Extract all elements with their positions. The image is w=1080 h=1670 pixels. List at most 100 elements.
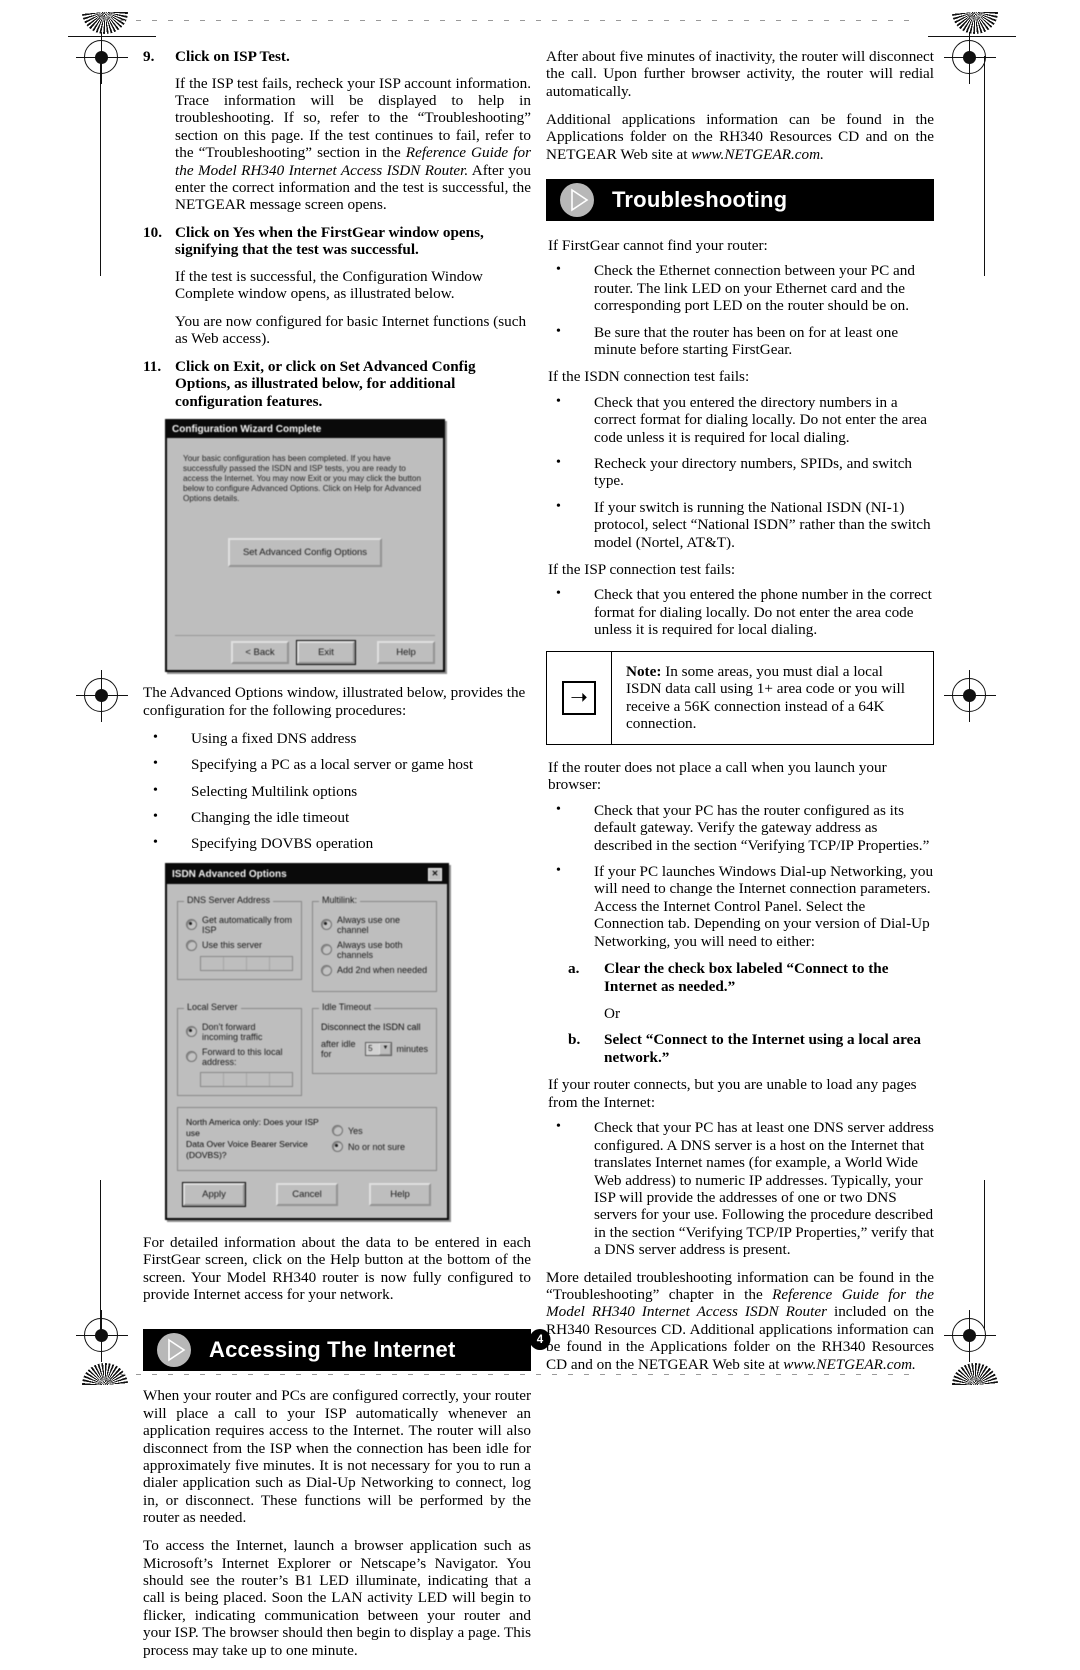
multilink-one-channel-radio[interactable]: Always use one channel bbox=[321, 915, 428, 935]
wizard-exit-button[interactable]: Exit bbox=[296, 640, 356, 666]
radio-button-icon[interactable] bbox=[186, 1051, 197, 1063]
or-label: Or bbox=[604, 1005, 621, 1023]
radio-button-icon[interactable] bbox=[332, 1125, 343, 1137]
radio-button-icon[interactable] bbox=[332, 1141, 343, 1153]
help-paragraph: For detailed information about the data … bbox=[143, 1233, 531, 1303]
wizard-help-button[interactable]: Help bbox=[377, 641, 435, 665]
pages-bullet-list: • Check that your PC has at least one DNS… bbox=[546, 1119, 934, 1258]
wizard-back-button[interactable]: < Back bbox=[231, 641, 289, 665]
play-circle-icon bbox=[157, 1333, 191, 1368]
local-server-ip-input[interactable] bbox=[200, 1071, 293, 1087]
wizard-divider bbox=[175, 635, 435, 637]
idle-timeout-spinner[interactable]: 5 ▼ bbox=[365, 1041, 393, 1056]
bullet-dot-icon: • bbox=[556, 801, 561, 817]
step-10: 10. Click on Yes when the FirstGear wind… bbox=[143, 224, 531, 259]
bullet-text: Check that your PC has the router config… bbox=[594, 801, 930, 854]
list-item: • Specifying a PC as a local server or ga… bbox=[143, 756, 531, 773]
registration-mark-top-right bbox=[944, 32, 996, 84]
dovbs-yes-radio[interactable]: Yes bbox=[332, 1125, 428, 1137]
note-icon-cell: ➝ bbox=[547, 651, 612, 745]
multilink-add-second-radio[interactable]: Add 2nd when needed bbox=[321, 964, 428, 976]
wizard-dialog-body: Your basic configuration has been comple… bbox=[167, 438, 443, 670]
isdn-dialog-body: DNS Server Address Get automatically fro… bbox=[167, 884, 447, 1218]
isdn-bullet-list: • Check that you entered the directory nu… bbox=[546, 394, 934, 551]
isdn-help-button[interactable]: Help bbox=[369, 1182, 431, 1206]
bullet-dot-icon: • bbox=[153, 808, 158, 824]
idle-timeout-group: Idle Timeout Disconnect the ISDN call af… bbox=[312, 1001, 437, 1074]
radio-button-icon[interactable] bbox=[321, 919, 332, 931]
dns-server-address-group: DNS Server Address Get automatically fro… bbox=[177, 894, 302, 980]
chevron-down-icon[interactable]: ▼ bbox=[379, 1042, 392, 1055]
multilink-add-label: Add 2nd when needed bbox=[337, 965, 428, 976]
print-fan-mark-top-right bbox=[952, 12, 998, 34]
local-server-forward-radio[interactable]: Forward to this local address: bbox=[186, 1047, 293, 1067]
bullet-text: If your PC launches Windows Dial-up Netw… bbox=[594, 863, 934, 950]
bullet-dot-icon: • bbox=[556, 863, 561, 879]
advanced-options-bullet-list: • Using a fixed DNS address • Specifying a… bbox=[143, 730, 531, 853]
isp-bullet-list: • Check that you entered the phone number… bbox=[546, 586, 934, 638]
multilink-both-channels-radio[interactable]: Always use both channels bbox=[321, 940, 428, 960]
bullet-text: Be sure that the router has been on for … bbox=[594, 323, 899, 358]
multilink-group-legend: Multilink: bbox=[319, 894, 361, 905]
firstgear-bullet-list: • Check the Ethernet connection between y… bbox=[546, 262, 934, 358]
dovbs-row: North America only: Does your ISP use Da… bbox=[186, 1117, 428, 1161]
radio-button-icon[interactable] bbox=[321, 964, 332, 976]
set-advanced-config-options-button[interactable]: Set Advanced Config Options bbox=[228, 538, 382, 568]
dns-auto-label: Get automatically from ISP bbox=[202, 914, 293, 935]
list-item: b. Select “Connect to the Internet using… bbox=[546, 1031, 934, 1066]
isdn-dialog: ISDN Advanced Options ✕ DNS Server Addre… bbox=[165, 862, 449, 1220]
dovbs-question-line-1: North America only: Does your ISP use bbox=[186, 1116, 319, 1138]
banner-title: Troubleshooting bbox=[612, 186, 788, 212]
multilink-both-label: Always use both channels bbox=[337, 939, 403, 960]
note-label: Note: bbox=[626, 662, 662, 680]
wizard-title-text: Configuration Wizard Complete bbox=[172, 424, 322, 436]
netgear-url: www.NETGEAR.com. bbox=[691, 145, 824, 163]
radio-button-icon[interactable] bbox=[186, 1026, 197, 1038]
idle-timeout-value: 5 bbox=[368, 1044, 373, 1054]
apply-button[interactable]: Apply bbox=[182, 1181, 246, 1207]
step-11-number: 11. bbox=[143, 357, 162, 375]
lead-firstgear: If FirstGear cannot find your router: bbox=[548, 236, 768, 254]
sub-options-list: a. Clear the check box labeled “Connect t… bbox=[546, 960, 934, 995]
bullet-dot-icon: • bbox=[556, 262, 561, 278]
list-item: a. Clear the check box labeled “Connect t… bbox=[546, 960, 934, 995]
lead-pages: If your router connects, but you are una… bbox=[548, 1076, 917, 1111]
cancel-button[interactable]: Cancel bbox=[276, 1182, 338, 1206]
bullet-text: Using a fixed DNS address bbox=[191, 729, 357, 747]
bullet-dot-icon: • bbox=[556, 455, 561, 470]
dovbs-no-radio[interactable]: No or not sure bbox=[332, 1141, 428, 1153]
banner-accessing-the-internet: Accessing The Internet bbox=[143, 1329, 531, 1372]
list-item: • Specifying DOVBS operation bbox=[143, 835, 531, 852]
crop-line-left-vertical bbox=[100, 56, 101, 276]
crop-line-right-vertical bbox=[984, 56, 985, 276]
bullet-dot-icon: • bbox=[556, 393, 561, 409]
crop-line-right-vertical-bottom bbox=[984, 1180, 985, 1330]
radio-button-icon[interactable] bbox=[186, 919, 197, 931]
step-9-number: 9. bbox=[143, 48, 155, 65]
right-intro-paragraph-2: Additional applications information can … bbox=[546, 111, 934, 163]
banner-title: Accessing The Internet bbox=[209, 1337, 456, 1363]
trim-dash-line-top bbox=[120, 20, 920, 21]
radio-button-icon[interactable] bbox=[321, 944, 332, 956]
note-body: In some areas, you must dial a local ISD… bbox=[626, 662, 905, 733]
local-server-dont-forward-radio[interactable]: Don’t forward incoming traffic bbox=[186, 1022, 293, 1042]
bullet-text: Specifying a PC as a local server or gam… bbox=[191, 756, 474, 774]
radio-button-icon[interactable] bbox=[186, 939, 197, 951]
bullet-text: Check that you entered the directory num… bbox=[594, 393, 927, 446]
bullet-dot-icon: • bbox=[153, 756, 158, 772]
list-item: • Check the Ethernet connection between y… bbox=[546, 262, 934, 314]
print-fan-mark-bottom-right bbox=[952, 1363, 998, 1385]
note-text: Note: In some areas, you must dial a loc… bbox=[612, 652, 933, 744]
registration-mark-bottom-right bbox=[944, 1310, 996, 1362]
dns-auto-radio[interactable]: Get automatically from ISP bbox=[186, 915, 293, 935]
close-icon[interactable]: ✕ bbox=[428, 867, 442, 881]
wizard-message-text: Your basic configuration has been comple… bbox=[183, 454, 422, 504]
list-item: • Check that you entered the phone number… bbox=[546, 586, 934, 638]
multilink-group: Multilink: Always use one channel Always… bbox=[312, 894, 437, 992]
crop-mark-top-right bbox=[928, 36, 1016, 37]
dns-ip-address-input[interactable] bbox=[200, 955, 293, 971]
bullet-dot-icon: • bbox=[556, 1119, 561, 1135]
dns-manual-radio[interactable]: Use this server bbox=[186, 939, 293, 951]
left-column: 9. Click on ISP Test. If the ISP test fa… bbox=[143, 48, 531, 1670]
banner-troubleshooting: Troubleshooting bbox=[546, 178, 934, 221]
